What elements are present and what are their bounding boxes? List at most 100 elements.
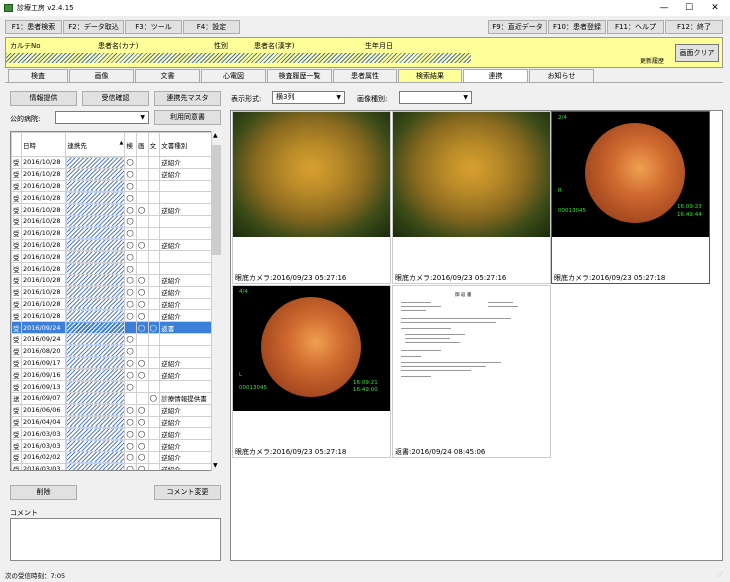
tab-ecg[interactable]: 心電図 — [201, 69, 266, 83]
tab-patient-attributes[interactable]: 患者属性 — [333, 69, 397, 83]
table-row[interactable]: 受 2016/02/02 ◯ ◯ 逆紹介 — [11, 450, 213, 464]
update-history-link[interactable]: 更新履歴 — [640, 56, 664, 65]
f4-settings-button[interactable]: F4：設定 — [183, 20, 240, 34]
row-doc-flag — [147, 262, 161, 275]
scroll-down-icon[interactable]: ▼ — [213, 462, 218, 469]
table-row[interactable]: 送 2016/09/07 ◯ 診療情報提供書 — [11, 391, 213, 405]
scroll-up-icon[interactable]: ▲ — [213, 132, 218, 139]
info-provide-button[interactable]: 情報提供 — [10, 91, 77, 106]
table-row[interactable]: 受 2016/10/28 ◯ ◯ 逆紹介 — [11, 297, 213, 311]
row-exam-flag: ◯ — [124, 214, 137, 228]
table-row[interactable]: 受 2016/08/20 ◯ — [11, 344, 213, 358]
table-row[interactable]: 受 2016/06/06 ◯ ◯ 逆紹介 — [11, 403, 213, 417]
row-partner — [65, 238, 126, 252]
f9-recent-data-button[interactable]: F9：直近データ — [488, 20, 547, 34]
date-overlay: 16:09:23 — [677, 204, 702, 210]
table-row[interactable]: 受 2016/10/28 ◯ ◯ 逆紹介 — [11, 309, 213, 323]
consent-form-button[interactable]: 利用同意書 — [154, 110, 221, 125]
image-caption: 眼底カメラ:2016/09/23 05:27:16 — [395, 274, 507, 282]
table-row[interactable]: 受 2016/10/28 ◯ — [11, 179, 213, 193]
table-row[interactable]: 受 2016/10/28 ◯ — [11, 226, 213, 240]
row-kind: 受 — [11, 238, 23, 252]
tab-search-results[interactable]: 検索結果 — [398, 69, 462, 83]
comment-change-button[interactable]: コメント変更 — [154, 485, 221, 500]
doc-header[interactable]: 文 — [147, 132, 161, 157]
table-row[interactable]: 受 2016/10/28 ◯ — [11, 250, 213, 264]
list-scrollbar-thumb[interactable] — [212, 145, 221, 255]
image-index: 4/4 — [239, 289, 248, 295]
minimize-button[interactable]: — — [652, 0, 676, 16]
table-row[interactable]: 受 2016/09/13 ◯ — [11, 380, 213, 393]
partner-header[interactable]: 連携先 ▲ — [65, 132, 126, 157]
doc-type-header[interactable]: 文書種別 — [159, 132, 213, 157]
maximize-button[interactable]: ☐ — [677, 0, 701, 16]
table-row[interactable]: 受 2016/04/04 ◯ ◯ 逆紹介 — [11, 415, 213, 429]
row-doc-type: 逆紹介 — [159, 427, 213, 441]
row-doc-type — [159, 214, 213, 228]
tab-exam-history[interactable]: 検査履歴一覧 — [267, 69, 332, 83]
row-exam-flag: ◯ — [124, 368, 137, 382]
image-thumbnail-4[interactable]: 4/4 L 00013045 16:09:21 16:49:00 眼底カメラ:2… — [232, 285, 391, 458]
table-row[interactable]: 受 2016/10/28 ◯ — [11, 214, 213, 228]
close-button[interactable]: ✕ — [703, 0, 727, 16]
tab-notices[interactable]: お知らせ — [529, 69, 594, 83]
date-header[interactable]: 日時 — [21, 132, 67, 157]
comment-textarea[interactable] — [10, 518, 221, 561]
table-row[interactable]: 受 2016/10/28 ◯ ◯ 逆紹介 — [11, 238, 213, 252]
table-row[interactable]: 受 2016/10/28 ◯ 逆紹介 — [11, 156, 213, 169]
table-row[interactable]: 受 2016/10/28 ◯ ◯ 逆紹介 — [11, 285, 213, 299]
image-type-select[interactable]: ▼ — [399, 91, 472, 104]
table-row[interactable]: 受 2016/03/03 ◯ ◯ 逆紹介 — [11, 462, 213, 470]
row-date: 2016/09/17 — [21, 356, 67, 370]
row-kind: 受 — [11, 439, 23, 452]
table-row[interactable]: 受 2016/09/24 ◯ ◯ 返書 — [11, 321, 213, 334]
row-kind: 受 — [11, 226, 23, 240]
row-kind: 受 — [11, 214, 23, 228]
row-doc-type: 逆紹介 — [159, 368, 213, 382]
row-image-flag: ◯ — [136, 462, 149, 470]
table-row[interactable]: 受 2016/10/28 ◯ ◯ 逆紹介 — [11, 203, 213, 216]
next-receive-time: 次の受信時刻：7:05 — [5, 572, 66, 580]
resize-grip-icon[interactable]: ⋰ — [717, 571, 723, 578]
exam-header[interactable]: 検 — [124, 132, 137, 157]
linkage-list[interactable]: 日時 連携先 ▲ 検 画 文 文書種別 受 2016/10/28 ◯ 逆紹介受 2016… — [10, 131, 222, 471]
clear-screen-button[interactable]: 画面クリア — [675, 44, 719, 62]
table-row[interactable]: 受 2016/10/28 ◯ 逆紹介 — [11, 167, 213, 181]
table-row[interactable]: 受 2016/10/28 ◯ — [11, 262, 213, 275]
display-format-select[interactable]: 横3列 ▼ — [272, 91, 345, 104]
image-thumbnail-5[interactable]: 御 返 書 返書:2016/09/24 08:45:06 — [392, 285, 551, 458]
table-row[interactable]: 受 2016/09/16 ◯ ◯ 逆紹介 — [11, 368, 213, 382]
row-partner — [65, 427, 126, 441]
tab-linkage[interactable]: 連携 — [463, 69, 528, 83]
f2-data-import-button[interactable]: F2：データ取込 — [63, 20, 124, 34]
table-row[interactable]: 受 2016/10/28 ◯ — [11, 191, 213, 205]
image-thumbnail-1[interactable]: 眼底カメラ:2016/09/23 05:27:16 — [232, 111, 391, 284]
image-thumbnail-2[interactable]: 眼底カメラ:2016/09/23 05:27:16 — [392, 111, 551, 284]
kind-header — [11, 132, 23, 157]
table-row[interactable]: 受 2016/03/03 ◯ ◯ 逆紹介 — [11, 439, 213, 452]
f11-help-button[interactable]: F11：ヘルプ — [607, 20, 664, 34]
table-row[interactable]: 受 2016/03/03 ◯ ◯ 逆紹介 — [11, 427, 213, 441]
tab-document[interactable]: 文書 — [135, 69, 200, 83]
hospital-select[interactable]: ▼ — [55, 111, 149, 124]
tab-exam[interactable]: 検査 — [8, 69, 68, 83]
tab-image[interactable]: 画像 — [69, 69, 134, 83]
row-date: 2016/09/13 — [21, 380, 67, 393]
f10-patient-register-button[interactable]: F10：患者登録 — [548, 20, 606, 34]
row-doc-type: 診療情報提供書 — [159, 391, 213, 405]
receive-check-button[interactable]: 受信確認 — [82, 91, 149, 106]
table-row[interactable]: 受 2016/10/28 ◯ ◯ 逆紹介 — [11, 273, 213, 287]
image-thumbnail-3[interactable]: 2/4 R 00013045 16:09:23 16:49:44 眼底カメラ:2… — [551, 111, 710, 284]
row-date: 2016/10/28 — [21, 238, 67, 252]
delete-button[interactable]: 削除 — [10, 485, 77, 500]
partner-master-button[interactable]: 連携先マスタ — [154, 91, 221, 106]
image-header[interactable]: 画 — [136, 132, 149, 157]
row-doc-type: 逆紹介 — [159, 403, 213, 417]
window-title: 診療工房 v2.4.15 — [17, 4, 74, 12]
f1-patient-search-button[interactable]: F1：患者検索 — [5, 20, 62, 34]
f3-tools-button[interactable]: F3：ツール — [125, 20, 182, 34]
f12-exit-button[interactable]: F12：終了 — [665, 20, 723, 34]
table-row[interactable]: 受 2016/09/17 ◯ ◯ 逆紹介 — [11, 356, 213, 370]
row-partner — [65, 368, 126, 382]
table-row[interactable]: 受 2016/09/24 ◯ — [11, 332, 213, 346]
